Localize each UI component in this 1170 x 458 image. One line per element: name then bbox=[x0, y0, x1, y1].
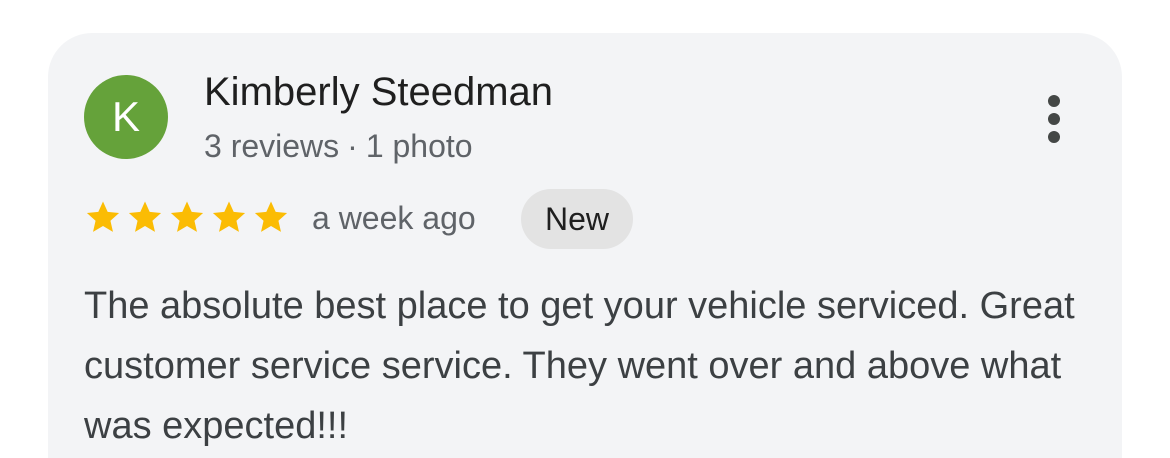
star-icon bbox=[86, 201, 120, 232]
review-text: The absolute best place to get your vehi… bbox=[84, 285, 1075, 447]
more-dot bbox=[1048, 131, 1060, 143]
review-time: a week ago bbox=[312, 200, 476, 236]
avatar-initial: K bbox=[111, 93, 140, 140]
star-icon bbox=[254, 201, 288, 232]
review-card: K Kimberly Steedman 3 reviews · 1 photo a … bbox=[48, 33, 1122, 458]
star-icon bbox=[170, 201, 204, 232]
more-dot bbox=[1048, 113, 1060, 125]
star-rating bbox=[84, 198, 290, 236]
more-vert-icon[interactable] bbox=[1034, 89, 1074, 149]
star-icon bbox=[212, 201, 246, 232]
author-meta: 3 reviews · 1 photo bbox=[204, 127, 473, 165]
new-badge: New bbox=[521, 189, 634, 249]
author-name[interactable]: Kimberly Steedman bbox=[204, 69, 553, 115]
star-icon bbox=[128, 201, 162, 232]
photos-count: 1 photo bbox=[365, 128, 473, 164]
more-dot bbox=[1048, 95, 1060, 107]
meta-separator: · bbox=[347, 128, 358, 164]
reviews-count: 3 reviews bbox=[204, 128, 340, 164]
avatar[interactable]: K bbox=[84, 75, 168, 159]
